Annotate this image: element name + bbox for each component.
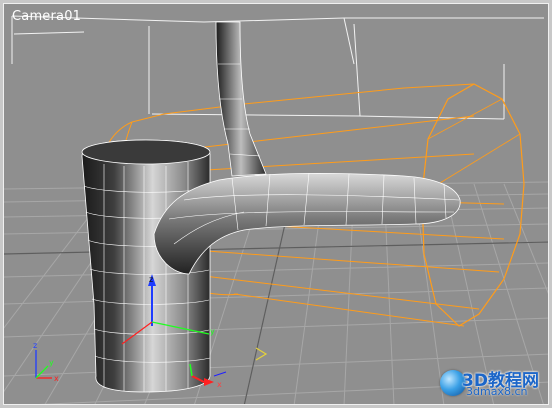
watermark-url: 3dmax8.cn [466,385,528,398]
faucet-body-top [81,139,211,165]
viewport-camera-label[interactable]: Camera01 [12,9,81,24]
gizmo-y-label: y [210,327,215,336]
gizmo-z-label: z [149,275,153,284]
view-marker-chevron [255,347,268,361]
pivot-x-label: x [217,380,222,389]
viewport-scene[interactable]: z y x z y x [4,4,549,405]
world-x-label: x [54,374,59,383]
site-watermark: 3D教程网 3dmax8.cn [440,366,540,400]
camera-viewport[interactable]: z y x z y x Camera01 3D教程网 3dmax8.cn [3,3,549,405]
world-y-label: y [49,358,54,367]
world-z-label: z [33,341,37,350]
background-wireframe [11,15,544,120]
